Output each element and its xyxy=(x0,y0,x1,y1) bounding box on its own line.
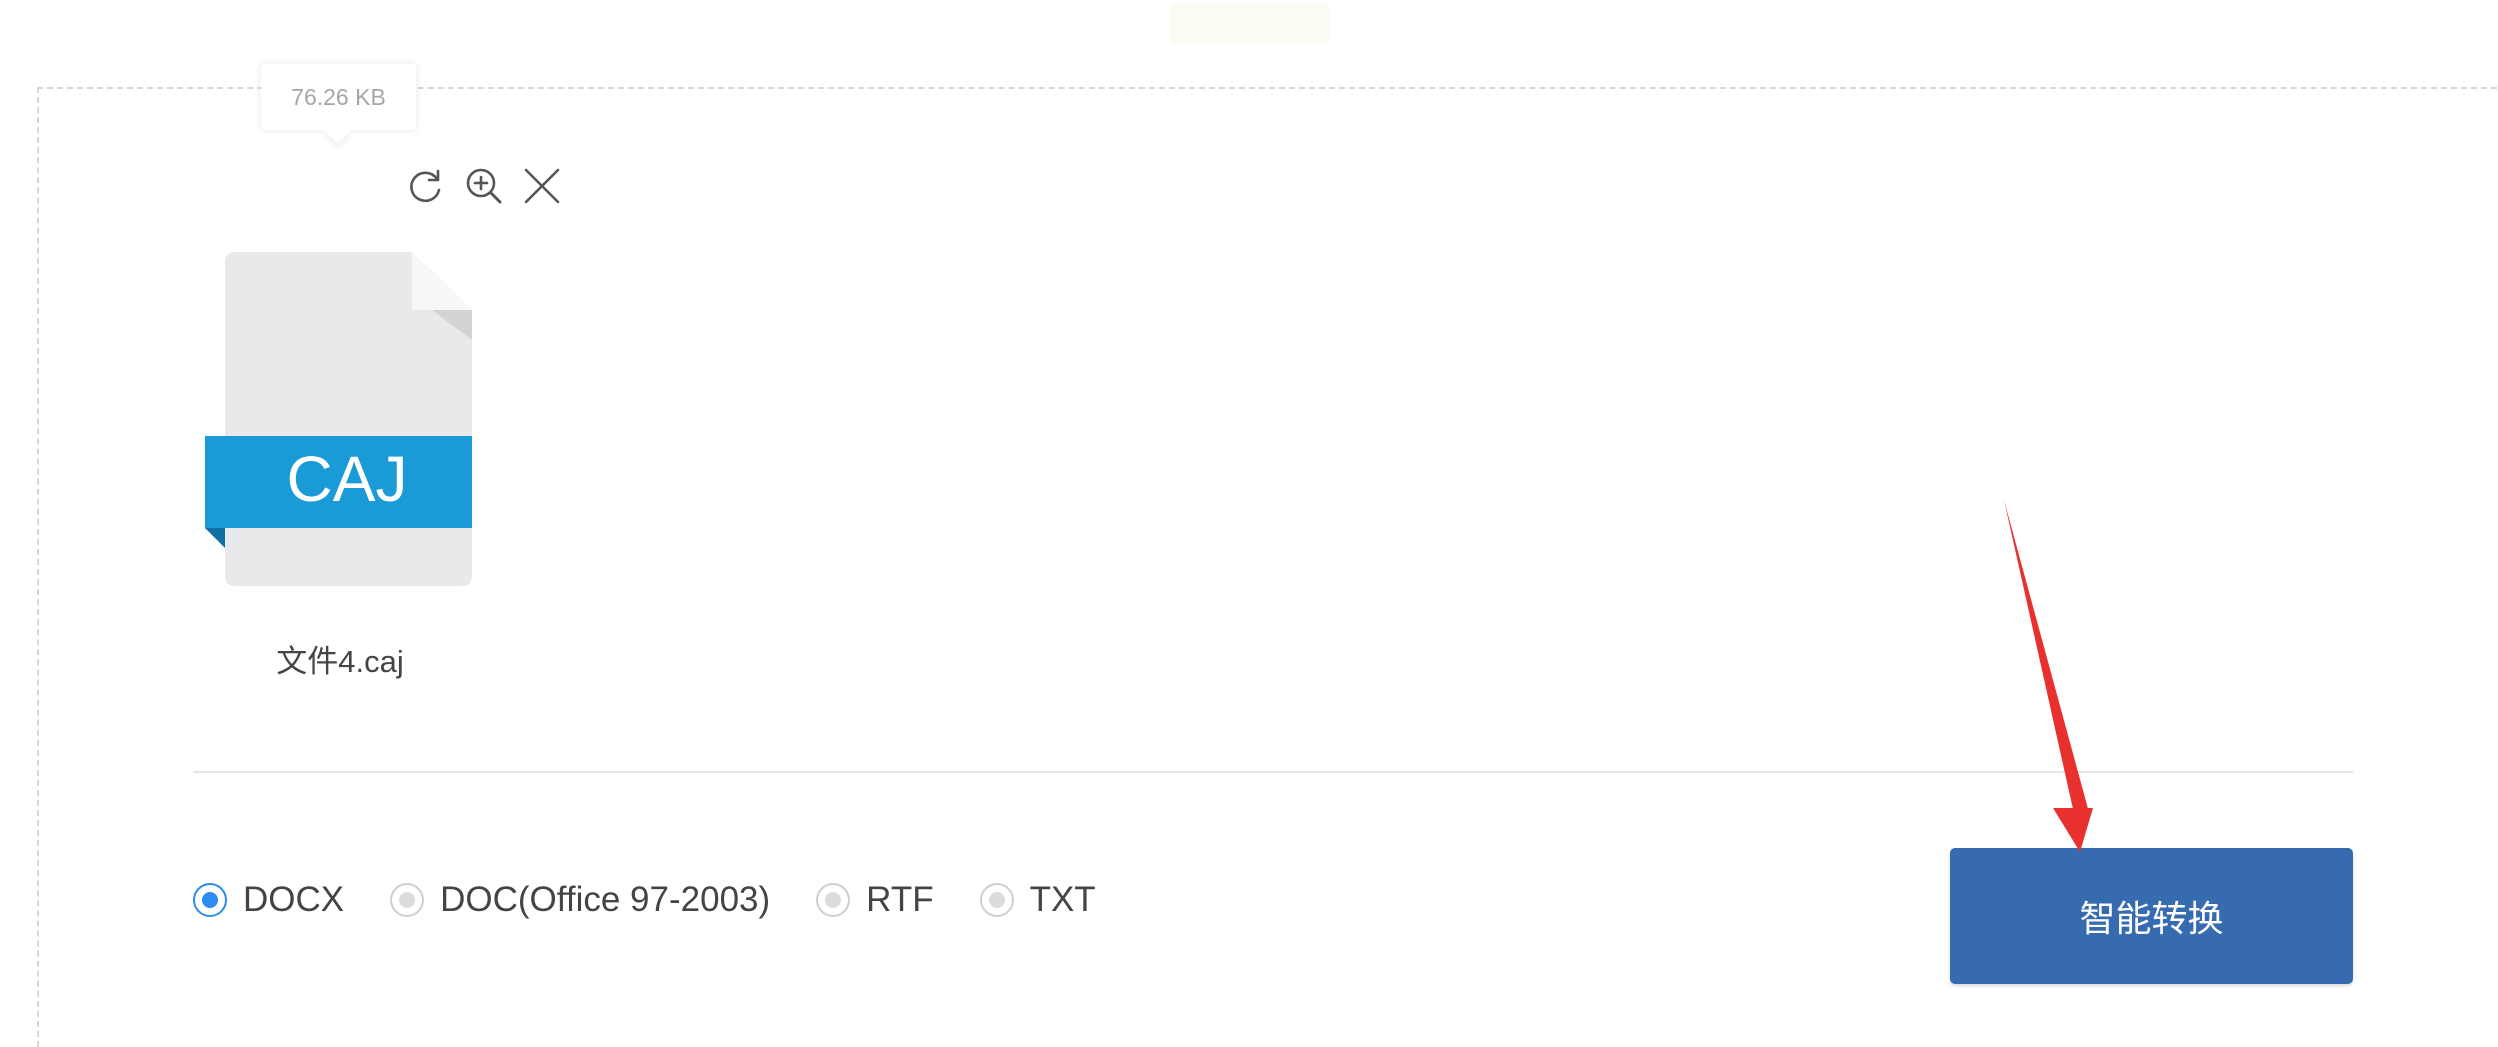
format-option-docx[interactable]: DOCX xyxy=(193,880,344,920)
zoom-in-icon[interactable] xyxy=(462,164,506,208)
file-size-tooltip: 76.26 KB xyxy=(261,64,416,130)
format-option-txt[interactable]: TXT xyxy=(979,880,1096,920)
top-tab-faint xyxy=(1170,2,1330,44)
file-name: 文件4.caj xyxy=(276,644,404,679)
format-label: DOCX xyxy=(243,880,345,919)
refresh-icon[interactable] xyxy=(404,164,448,208)
smart-convert-button[interactable]: 智能转换 xyxy=(1950,848,2353,984)
format-label: RTF xyxy=(866,880,934,919)
format-option-doc[interactable]: DOC(Office 97-2003) xyxy=(390,880,770,920)
format-option-rtf[interactable]: RTF xyxy=(816,880,934,920)
format-label: TXT xyxy=(1029,880,1096,919)
caj-file-icon: CAJ xyxy=(200,250,480,590)
format-options: DOCX DOC(Office 97-2003) RTF TXT xyxy=(193,880,1142,920)
divider xyxy=(193,771,2353,773)
caj-icon-label: CAJ xyxy=(287,443,408,515)
docx-radio[interactable] xyxy=(193,883,227,917)
format-label: DOC(Office 97-2003) xyxy=(440,880,771,919)
close-icon[interactable] xyxy=(520,164,564,208)
doc-radio[interactable] xyxy=(390,883,425,917)
txt-radio[interactable] xyxy=(979,883,1014,917)
rtf-radio[interactable] xyxy=(816,883,851,917)
file-size-text: 76.26 KB xyxy=(291,83,386,110)
file-actions xyxy=(404,164,564,208)
